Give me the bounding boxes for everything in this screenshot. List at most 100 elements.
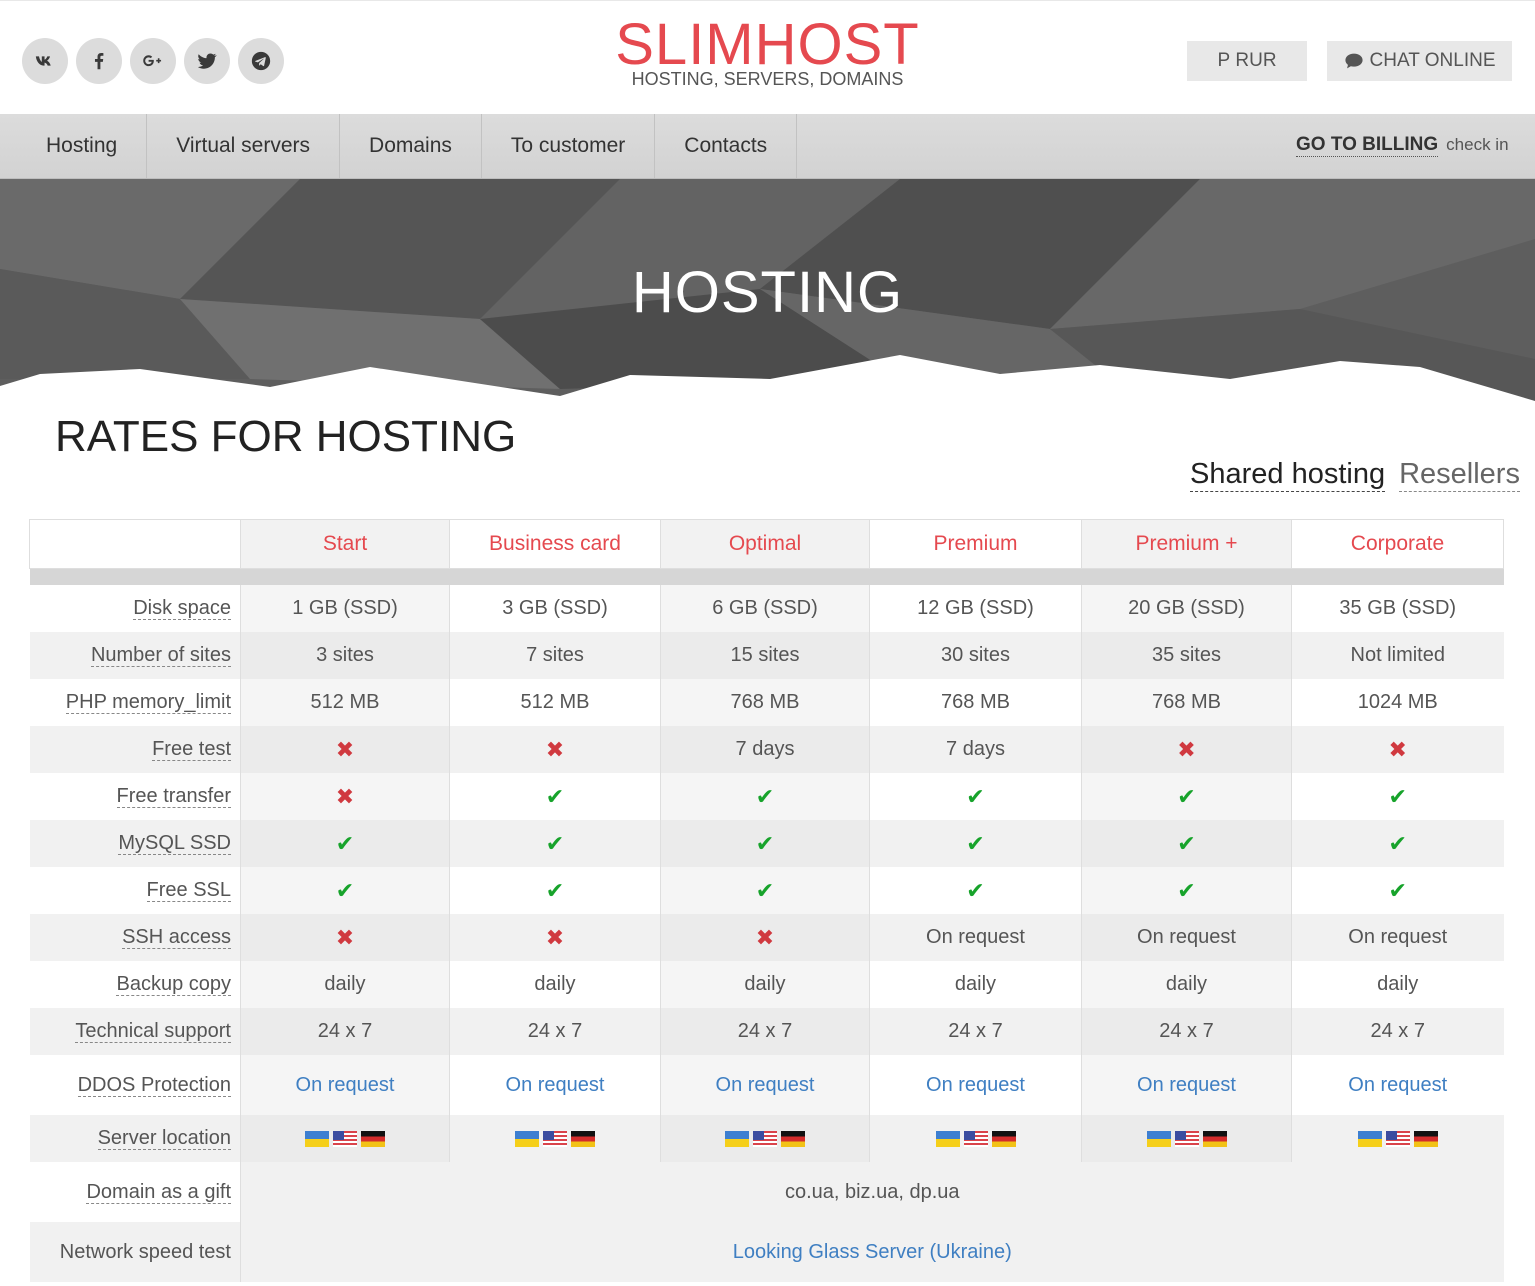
value-text: daily: [534, 973, 576, 995]
value-text: 12 GB (SSD): [917, 597, 1034, 619]
on-request-link[interactable]: On request: [1137, 1074, 1236, 1096]
value-cell: 35 GB (SSD): [1291, 585, 1504, 632]
value-text: 30 sites: [941, 644, 1010, 666]
value-cell: 12 GB (SSD): [869, 585, 1082, 632]
cross-icon: ✖: [335, 736, 355, 762]
looking-glass-link[interactable]: Looking Glass Server (Ukraine): [733, 1241, 1012, 1263]
value-cell: 768 MB: [660, 679, 870, 726]
plan-header-premium: Premium: [869, 519, 1082, 569]
value-cell: ✔: [449, 820, 661, 867]
value-text: daily: [744, 973, 786, 995]
currency-button[interactable]: Р RUR: [1187, 41, 1307, 81]
value-cell: 1024 MB: [1291, 679, 1504, 726]
row-label-disk-space[interactable]: Disk space: [133, 597, 231, 620]
value-cell: 7 sites: [449, 632, 661, 679]
row-label-mysql-ssd[interactable]: MySQL SSD: [118, 832, 231, 855]
go-to-billing-link[interactable]: GO TO BILLING: [1296, 134, 1439, 157]
value-cell: 24 x 7: [449, 1008, 661, 1055]
row-label-ssh-access[interactable]: SSH access: [122, 926, 231, 949]
value-cell: ✖: [240, 914, 450, 961]
on-request-link[interactable]: On request: [1348, 1074, 1447, 1096]
check-icon: ✔: [966, 877, 985, 903]
row-label-ddos-protection[interactable]: DDOS Protection: [77, 1073, 231, 1097]
value-text: On request: [1137, 926, 1236, 948]
check-icon: ✔: [1388, 830, 1407, 856]
on-request-link[interactable]: On request: [296, 1074, 395, 1096]
hero-banner: HOSTING: [0, 179, 1535, 411]
on-request-link[interactable]: On request: [926, 1074, 1025, 1096]
value-cell: ✔: [869, 867, 1082, 914]
value-text: 24 x 7: [1159, 1020, 1214, 1042]
value-text: Not limited: [1350, 644, 1445, 666]
de-flag-icon: [1202, 1130, 1227, 1147]
row-label-free-ssl[interactable]: Free SSL: [146, 879, 231, 902]
table-row-domain-gift: Domain as a gift co.ua, biz.ua, dp.ua: [29, 1162, 1504, 1222]
table-row: Number of sites 3 sites 7 sites 15 sites 30 …: [29, 632, 1504, 679]
value-cell: On request: [869, 914, 1082, 961]
value-text: 7 days: [946, 738, 1005, 760]
row-label-cell: Domain as a gift: [29, 1162, 241, 1222]
row-label-domain-as-a-gift[interactable]: Domain as a gift: [86, 1180, 231, 1204]
ua-flag-icon: [1146, 1130, 1171, 1147]
on-request-link[interactable]: On request: [506, 1074, 605, 1096]
us-flag-icon: [753, 1130, 777, 1147]
row-label-number-of-sites[interactable]: Number of sites: [90, 644, 231, 667]
de-flag-icon: [991, 1130, 1016, 1147]
location-flags: [305, 1130, 385, 1147]
row-label-free-transfer[interactable]: Free transfer: [116, 785, 231, 808]
value-text: daily: [324, 973, 366, 995]
check-icon: ✔: [1177, 830, 1196, 856]
value-cell: On request: [660, 1055, 870, 1115]
flags-cell: [1081, 1115, 1292, 1162]
nav-item-hosting[interactable]: Hosting: [0, 114, 148, 178]
flags-cell: [1291, 1115, 1504, 1162]
row-label-technical-support[interactable]: Technical support: [75, 1020, 231, 1043]
hero-title: HOSTING: [631, 260, 904, 325]
table-row: Disk space 1 GB (SSD) 3 GB (SSD) 6 GB (SSD)…: [29, 585, 1504, 632]
tab-resellers[interactable]: Resellers: [1399, 458, 1520, 492]
on-request-link[interactable]: On request: [716, 1074, 815, 1096]
table-row: SSH access ✖ ✖ ✖ On request On request On requ…: [29, 914, 1504, 961]
tab-shared-hosting[interactable]: Shared hosting: [1190, 458, 1386, 492]
row-label-backup-copy[interactable]: Backup copy: [116, 973, 231, 996]
value-cell: 7 days: [869, 726, 1082, 773]
check-icon: ✔: [545, 783, 565, 809]
nav-item-contacts[interactable]: Contacts: [655, 114, 798, 178]
value-cell: ✔: [1291, 867, 1504, 914]
row-label-network-speed-test: Network speed test: [29, 1222, 241, 1282]
value-cell: ✔: [1081, 820, 1292, 867]
value-text: 24 x 7: [737, 1020, 793, 1042]
flags-cell: [660, 1115, 870, 1162]
check-in-link[interactable]: check in: [1446, 135, 1508, 155]
row-label-cell: Free test: [29, 726, 241, 773]
value-text: 3 GB (SSD): [502, 597, 608, 619]
row-label-server-location[interactable]: Server location: [97, 1127, 231, 1150]
de-flag-icon: [571, 1130, 595, 1147]
chat-online-button[interactable]: CHAT ONLINE: [1327, 41, 1512, 81]
ua-flag-icon: [515, 1130, 539, 1147]
de-flag-icon: [1413, 1130, 1438, 1147]
value-cell: Not limited: [1291, 632, 1504, 679]
value-cell: 768 MB: [869, 679, 1082, 726]
check-icon: ✔: [755, 783, 775, 809]
value-cell: 35 sites: [1081, 632, 1292, 679]
value-cell: daily: [1291, 961, 1504, 1008]
cross-icon: ✖: [335, 924, 355, 950]
cross-icon: ✖: [335, 783, 355, 809]
speed-test-cell: Looking Glass Server (Ukraine): [240, 1222, 1504, 1282]
value-cell: ✔: [1291, 773, 1504, 820]
table-row: Free test ✖ ✖ 7 days 7 days ✖ ✖: [29, 726, 1504, 773]
plan-header-start: Start: [240, 519, 450, 569]
value-cell: ✔: [449, 867, 661, 914]
value-text: 1 GB (SSD): [292, 597, 398, 619]
check-icon: ✔: [1177, 783, 1196, 809]
row-label-free-test[interactable]: Free test: [152, 738, 231, 761]
nav-item-domains[interactable]: Domains: [340, 114, 482, 178]
plan-header-business-card: Business card: [449, 519, 661, 569]
value-cell: daily: [869, 961, 1082, 1008]
row-label-php-memory-limit[interactable]: PHP memory_limit: [65, 691, 231, 714]
nav-item-virtual-servers[interactable]: Virtual servers: [147, 114, 341, 178]
nav-item-to-customer[interactable]: To customer: [482, 114, 656, 178]
value-cell: ✔: [240, 820, 450, 867]
value-cell: daily: [1081, 961, 1292, 1008]
